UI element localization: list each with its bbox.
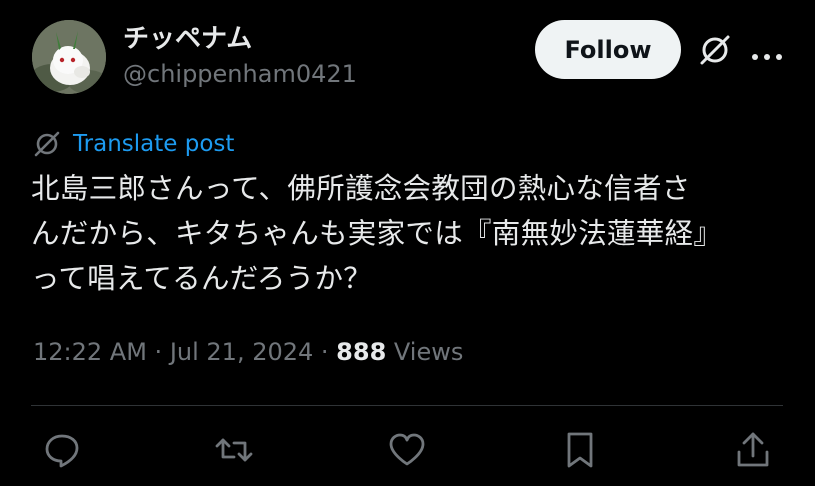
views-count[interactable]: 888: [336, 338, 386, 366]
repost-button[interactable]: [214, 430, 254, 470]
translate-icon: [34, 131, 60, 157]
user-handle[interactable]: @chippenham0421: [123, 60, 357, 88]
views-label: Views: [386, 338, 464, 366]
repost-icon: [215, 438, 253, 462]
translate-row[interactable]: Translate post: [33, 128, 234, 160]
display-name[interactable]: チッペナム: [123, 18, 252, 55]
meta-separator: ·: [313, 338, 337, 366]
heart-icon: [389, 433, 425, 466]
like-button[interactable]: [387, 430, 427, 470]
share-button[interactable]: [733, 430, 773, 470]
bookmark-icon: [567, 432, 593, 468]
divider: [31, 405, 783, 406]
avatar[interactable]: [32, 20, 106, 94]
post-date[interactable]: Jul 21, 2024: [170, 338, 313, 366]
translate-post-link[interactable]: Translate post: [73, 131, 234, 157]
bookmark-button[interactable]: [560, 430, 600, 470]
share-icon: [737, 432, 769, 467]
reply-button[interactable]: [42, 430, 82, 470]
white-bunny-avatar: [32, 20, 106, 94]
post-time[interactable]: 12:22 AM: [33, 338, 147, 366]
follow-button[interactable]: Follow: [535, 20, 681, 79]
post-text: 北島三郎さんって、佛所護念会教団の熱心な信者さ んだから、キタちゃんも実家では『…: [31, 172, 723, 295]
meta-separator: ·: [146, 338, 170, 366]
more-icon[interactable]: [751, 46, 783, 60]
reply-icon: [45, 434, 79, 468]
post-meta: 12:22 AM · Jul 21, 2024 · 888 Views: [33, 338, 463, 366]
grok-icon[interactable]: [697, 32, 733, 68]
